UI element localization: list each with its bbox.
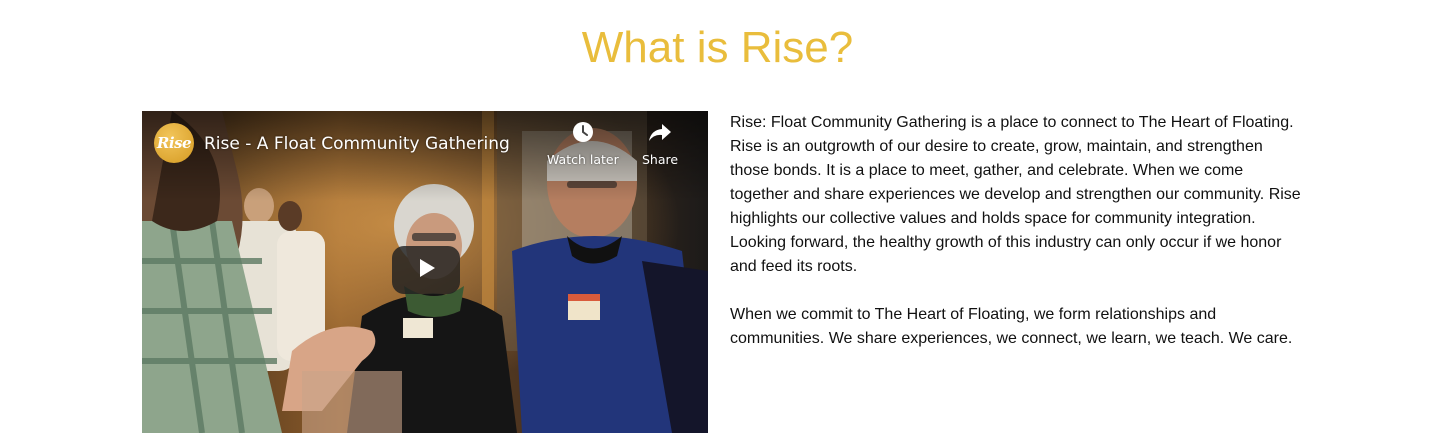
- page: What is Rise? Rise Rise - A Float Commun…: [0, 0, 1435, 433]
- watch-later-label: Watch later: [547, 152, 619, 167]
- channel-logo-text: Rise: [156, 134, 192, 152]
- video-header-gradient: [142, 111, 708, 201]
- play-icon: [415, 257, 437, 284]
- description-text: Rise: Float Community Gathering is a pla…: [730, 111, 1305, 375]
- channel-logo[interactable]: Rise: [154, 123, 194, 163]
- share-label: Share: [642, 152, 679, 167]
- section-title: What is Rise?: [581, 23, 854, 72]
- video-embed[interactable]: Rise Rise - A Float Community Gathering …: [142, 111, 708, 433]
- description-paragraph-1: Rise: Float Community Gathering is a pla…: [730, 114, 1301, 275]
- clock-icon: [572, 121, 594, 146]
- play-button[interactable]: [392, 246, 460, 294]
- watch-later-button[interactable]: Watch later: [547, 121, 619, 167]
- share-button[interactable]: Share: [642, 121, 678, 167]
- description-paragraph-2: When we commit to The Heart of Floating,…: [730, 306, 1293, 347]
- share-arrow-icon: [648, 121, 672, 146]
- video-title[interactable]: Rise - A Float Community Gathering: [204, 133, 510, 155]
